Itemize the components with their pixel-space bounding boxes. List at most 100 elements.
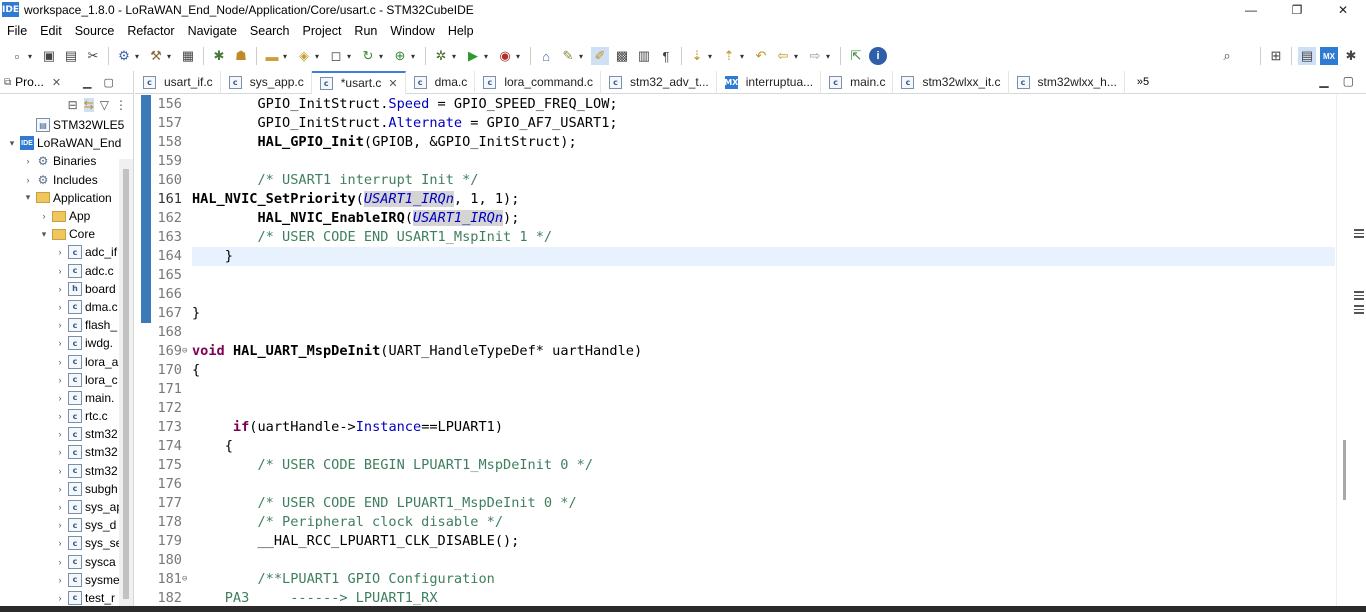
chevron-right-icon[interactable]: ›	[54, 575, 66, 585]
project-explorer-tab[interactable]: ⧉ Pro... ✕	[0, 75, 61, 89]
cut-icon[interactable]: ✂	[84, 47, 102, 65]
cpp-perspective-icon[interactable]: ▤	[1298, 47, 1316, 65]
close-window-button[interactable]: ✕	[1320, 0, 1366, 19]
code-line[interactable]: 176	[135, 475, 1335, 494]
chevron-right-icon[interactable]: ›	[54, 266, 66, 276]
minimize-view-icon[interactable]: ▁	[83, 76, 91, 89]
menu-refactor[interactable]: Refactor	[120, 24, 180, 38]
chevron-down-icon[interactable]: ▾	[826, 52, 833, 61]
chevron-right-icon[interactable]: ›	[54, 429, 66, 439]
chevron-down-icon[interactable]: ▾	[22, 192, 34, 203]
tree-item[interactable]: › c dma.c	[0, 298, 133, 316]
chevron-down-icon[interactable]: ▾	[579, 52, 586, 61]
open-perspective-icon[interactable]: ⌂	[537, 47, 555, 65]
tree-item[interactable]: › c stm32	[0, 443, 133, 461]
pilcrow-icon[interactable]: ¶	[657, 47, 675, 65]
chevron-down-icon[interactable]: ▾	[794, 52, 801, 61]
editor-scrollbar-thumb[interactable]	[1343, 440, 1346, 500]
chevron-down-icon[interactable]: ▾	[740, 52, 747, 61]
chevron-down-icon[interactable]: ▾	[135, 52, 142, 61]
forward-icon[interactable]: ⇨	[806, 47, 824, 65]
chevron-down-icon[interactable]: ▾	[6, 138, 18, 149]
fold-toggle-icon[interactable]: ⊖	[182, 570, 187, 589]
chevron-right-icon[interactable]: ›	[54, 557, 66, 567]
tree-item[interactable]: › c sys_ap	[0, 498, 133, 516]
chevron-right-icon[interactable]: ›	[54, 357, 66, 367]
menu-run[interactable]: Run	[347, 24, 383, 38]
tree-item[interactable]: ▾ Core	[0, 225, 133, 243]
chevron-right-icon[interactable]: ›	[54, 593, 66, 603]
minimize-button[interactable]: —	[1228, 0, 1274, 19]
target-icon[interactable]: ⊕	[391, 47, 409, 65]
maximize-button[interactable]: ❐	[1274, 0, 1320, 19]
code-line[interactable]: 158 HAL_GPIO_Init(GPIOB, &GPIO_InitStruc…	[135, 133, 1335, 152]
chevron-down-icon[interactable]: ▾	[708, 52, 715, 61]
menu-edit[interactable]: Edit	[33, 24, 68, 38]
code-line[interactable]: 168	[135, 323, 1335, 342]
build-hammer-icon[interactable]: ⚒	[147, 47, 165, 65]
chevron-right-icon[interactable]: ›	[54, 302, 66, 312]
chevron-down-icon[interactable]: ▾	[452, 52, 459, 61]
code-line[interactable]: 171	[135, 380, 1335, 399]
overview-marker[interactable]	[1354, 291, 1364, 300]
code-line[interactable]: 164 }	[135, 247, 1335, 266]
debug-icon[interactable]: ✲	[432, 47, 450, 65]
menu-help[interactable]: Help	[441, 24, 480, 38]
view-menu-icon[interactable]: ⋮	[115, 98, 127, 112]
chevron-right-icon[interactable]: ›	[54, 447, 66, 457]
tree-item[interactable]: › c subgh	[0, 480, 133, 498]
code-line[interactable]: 178 /* Peripheral clock disable */	[135, 513, 1335, 532]
tree-item[interactable]: › ⚙ Includes	[0, 171, 133, 189]
highlight-icon[interactable]: ✐	[591, 47, 609, 65]
chevron-right-icon[interactable]: ›	[54, 393, 66, 403]
code-line[interactable]: 179 __HAL_RCC_LPUART1_CLK_DISABLE();	[135, 532, 1335, 551]
editor-tab[interactable]: c main.c	[821, 70, 894, 94]
tree-item[interactable]: › c flash_	[0, 316, 133, 334]
last-edit-icon[interactable]: ↶	[752, 47, 770, 65]
menu-window[interactable]: Window	[383, 24, 440, 38]
toggle-mark-icon[interactable]: ▩	[613, 47, 631, 65]
search-icon[interactable]: ⌕	[1218, 47, 1236, 65]
chevron-down-icon[interactable]: ▾	[379, 52, 386, 61]
chevron-right-icon[interactable]: ›	[54, 375, 66, 385]
code-line[interactable]: 181 ⊖ /**LPUART1 GPIO Configuration	[135, 570, 1335, 589]
chevron-right-icon[interactable]: ›	[22, 175, 34, 185]
tree-item[interactable]: ▾ IDE LoRaWAN_End	[0, 134, 133, 152]
chevron-right-icon[interactable]: ›	[22, 156, 34, 166]
code-line[interactable]: 177 /* USER CODE END LPUART1_MspDeInit 0…	[135, 494, 1335, 513]
chevron-right-icon[interactable]: ›	[54, 338, 66, 348]
save-icon[interactable]: ▣	[40, 47, 58, 65]
tree-item[interactable]: › c test_r	[0, 589, 133, 607]
code-editor[interactable]: 156 GPIO_InitStruct.Speed = GPIO_SPEED_F…	[135, 95, 1366, 612]
close-icon[interactable]: ✕	[388, 77, 397, 90]
back-icon[interactable]: ⇦	[774, 47, 792, 65]
chevron-down-icon[interactable]: ▾	[315, 52, 322, 61]
chevron-right-icon[interactable]: ›	[54, 502, 66, 512]
tree-item[interactable]: ▾ Application	[0, 189, 133, 207]
maximize-view-icon[interactable]: ▢	[104, 76, 114, 89]
lock-icon[interactable]: ☗	[232, 47, 250, 65]
tree-item[interactable]: › ⚙ Binaries	[0, 152, 133, 170]
tree-item[interactable]: › c lora_c	[0, 371, 133, 389]
overview-marker[interactable]	[1354, 229, 1364, 238]
code-line[interactable]: 180	[135, 551, 1335, 570]
tree-item[interactable]: › c sysca	[0, 553, 133, 571]
run-icon[interactable]: ▶	[464, 47, 482, 65]
code-line[interactable]: 157 GPIO_InitStruct.Alternate = GPIO_AF7…	[135, 114, 1335, 133]
editor-tab[interactable]: c stm32wlxx_it.c	[893, 70, 1009, 94]
save-all-icon[interactable]: ▤	[62, 47, 80, 65]
code-line[interactable]: 162 HAL_NVIC_EnableIRQ(USART1_IRQn);	[135, 209, 1335, 228]
code-line[interactable]: 160 /* USART1 interrupt Init */	[135, 171, 1335, 190]
chevron-right-icon[interactable]: ›	[54, 484, 66, 494]
prev-annotation-icon[interactable]: ⇡	[720, 47, 738, 65]
refresh-icon[interactable]: ↻	[359, 47, 377, 65]
code-line[interactable]: 174 {	[135, 437, 1335, 456]
tree-item[interactable]: › c sys_d	[0, 516, 133, 534]
chevron-down-icon[interactable]: ▾	[283, 52, 290, 61]
close-icon[interactable]: ✕	[52, 76, 61, 89]
tree-item[interactable]: › c stm32	[0, 425, 133, 443]
chevron-right-icon[interactable]: ›	[54, 520, 66, 530]
tree-item[interactable]: ▤ STM32WLE5	[0, 116, 133, 134]
settings-icon[interactable]: ⚙	[115, 47, 133, 65]
debug-bug-icon[interactable]: ✱	[210, 47, 228, 65]
